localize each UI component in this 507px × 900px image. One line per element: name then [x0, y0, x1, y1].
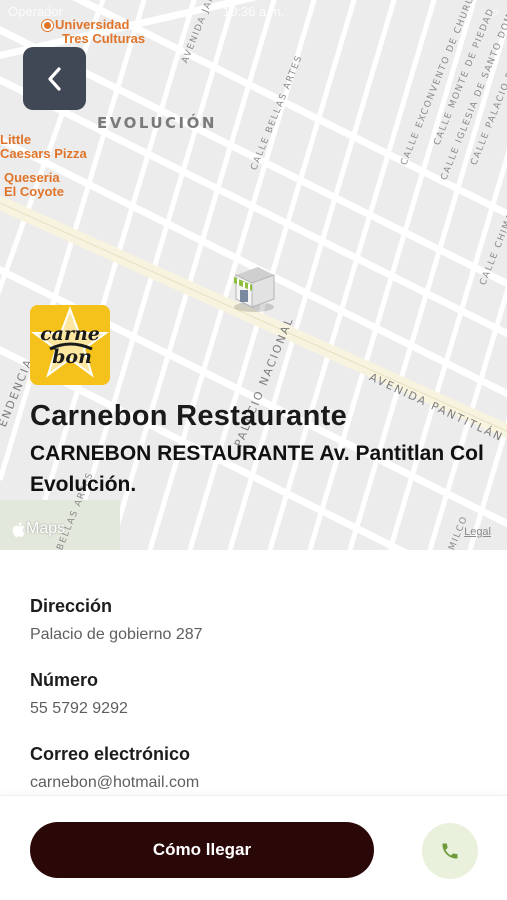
poi-name: Tres Culturas: [62, 31, 146, 46]
maps-label: Maps: [26, 520, 66, 537]
status-time: 10:36 a.m.: [222, 4, 285, 19]
apple-maps-attribution: Maps: [12, 520, 65, 538]
poi-name: El Coyote: [4, 184, 64, 199]
logo-text: carne: [40, 323, 100, 345]
address-value: Palacio de gobierno 287: [30, 626, 203, 643]
email-label: Correo electrónico: [30, 744, 191, 764]
apple-logo-icon: [12, 521, 25, 537]
email-value: carnebon@hotmail.com: [30, 774, 200, 791]
restaurant-logo: carne bon: [30, 305, 110, 385]
bottom-action-bar: Cómo llegar: [0, 795, 507, 900]
email-field: Correo electrónico carnebon@hotmail.com: [30, 744, 199, 792]
poi-name: Queseria: [4, 170, 60, 185]
poi-universidad[interactable]: Universidad Tres Culturas: [42, 18, 145, 46]
map-view[interactable]: Operador 10:36 a.m. ▭ AVENIDA PANTITLÁN …: [0, 0, 507, 550]
legal-link[interactable]: Legal: [464, 526, 491, 538]
poi-name: Little: [0, 132, 32, 147]
poi-marker-icon: [42, 20, 53, 32]
directions-button[interactable]: Cómo llegar: [30, 822, 374, 878]
details-panel: Dirección Palacio de gobierno 287 Número…: [0, 550, 507, 795]
logo-text: bon: [52, 346, 92, 368]
restaurant-name: Carnebon Restaurante: [30, 400, 348, 432]
poi-name: Caesars Pizza: [0, 146, 87, 161]
back-button[interactable]: [23, 47, 86, 110]
store-awning-icon[interactable]: [228, 263, 280, 313]
phone-icon: [442, 843, 458, 859]
poi-queseria[interactable]: Queseria El Coyote: [4, 171, 64, 199]
call-button[interactable]: [422, 823, 478, 879]
restaurant-description: CARNEBON RESTAURANTE Av. Pantitlan Col E…: [30, 442, 484, 496]
poi-name: Universidad: [55, 17, 130, 32]
poi-little-caesars[interactable]: Little Caesars Pizza: [0, 133, 87, 161]
district-label: EVOLUCIÓN: [97, 114, 217, 132]
phone-label: Número: [30, 670, 99, 690]
address-field: Dirección Palacio de gobierno 287: [30, 596, 203, 644]
chevron-left-icon: [47, 66, 61, 91]
address-label: Dirección: [30, 596, 113, 616]
phone-value: 55 5792 9292: [30, 700, 128, 717]
phone-field: Número 55 5792 9292: [30, 670, 128, 718]
